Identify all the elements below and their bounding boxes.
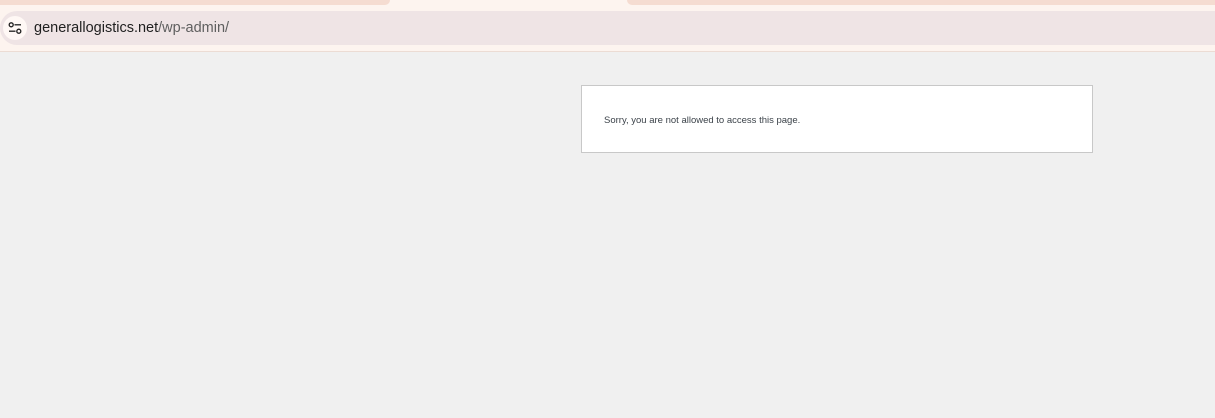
site-info-button[interactable] (3, 16, 27, 40)
error-notice: Sorry, you are not allowed to access thi… (581, 85, 1093, 153)
browser-tab[interactable] (627, 0, 1215, 5)
browser-tab[interactable] (0, 0, 390, 5)
url-text[interactable]: generallogistics.net/wp-admin/ (34, 19, 229, 37)
browser-toolbar: generallogistics.net/wp-admin/ (0, 0, 1215, 52)
tune-icon (8, 22, 22, 34)
error-message: Sorry, you are not allowed to access thi… (604, 115, 801, 126)
url-domain: generallogistics.net (34, 20, 159, 36)
address-bar[interactable]: generallogistics.net/wp-admin/ (0, 11, 1215, 45)
url-path: /wp-admin/ (158, 20, 230, 36)
